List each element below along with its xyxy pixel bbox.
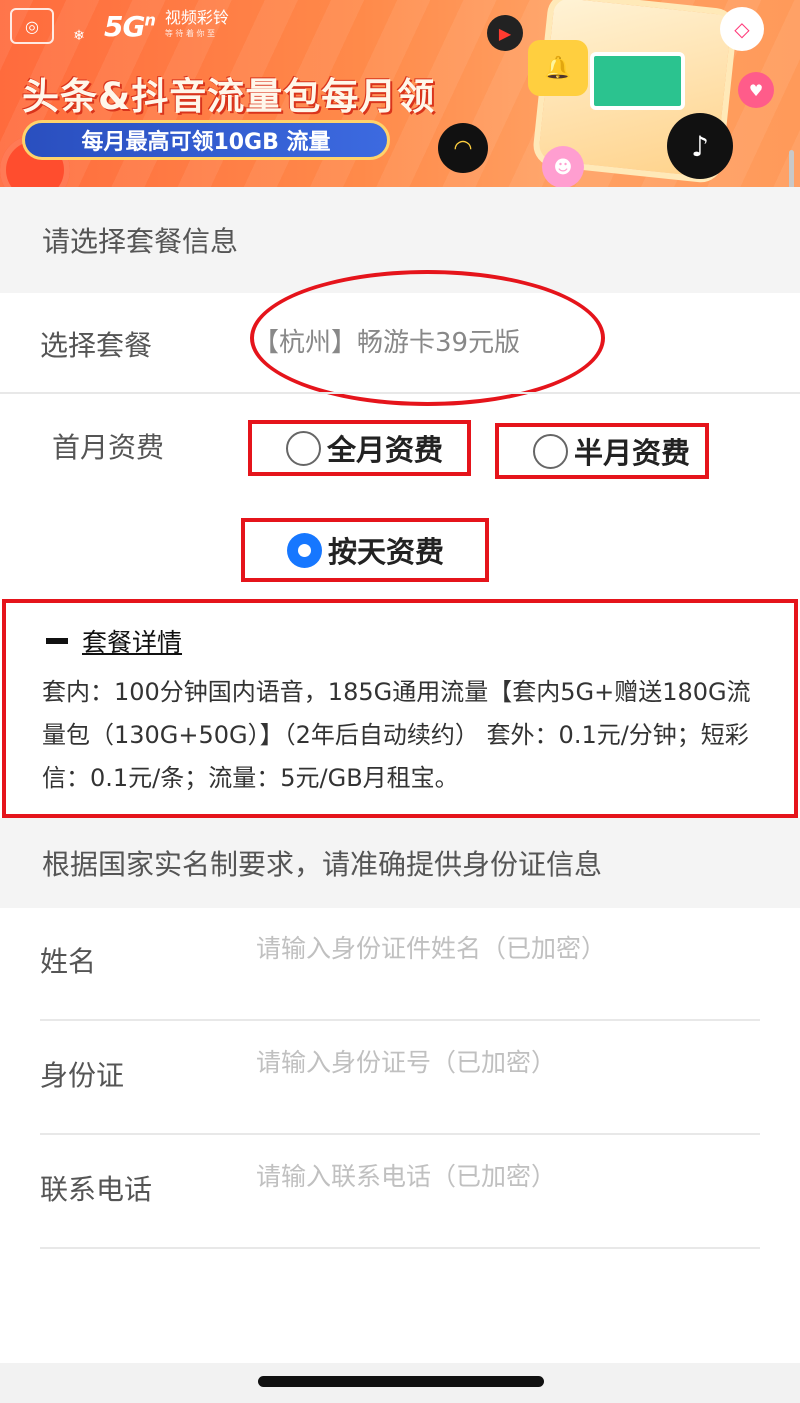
radio-full-month-label: 全月资费 — [327, 433, 444, 467]
china-unicom-logo-icon: ◎ — [10, 8, 54, 44]
cartoon-app-icon: ☻ — [542, 146, 584, 187]
name-label: 姓名 — [40, 945, 97, 978]
brand-logos: ◎ ❄ 5Gn 视频彩铃 等 待 着 你 至 — [10, 8, 229, 44]
pink-app-icon: ♥ — [738, 72, 774, 108]
id-number-label: 身份证 — [40, 1059, 125, 1092]
divider — [40, 1247, 760, 1249]
radio-unchecked-icon — [533, 433, 568, 469]
plan-details-toggle[interactable]: 套餐详情 — [46, 623, 182, 659]
video-screen-icon — [590, 52, 685, 110]
promo-banner[interactable]: ◎ ❄ 5Gn 视频彩铃 等 待 着 你 至 头条&抖音流量包每月领 每月最高可… — [0, 0, 800, 187]
divider — [40, 1019, 760, 1021]
id-number-input[interactable] — [256, 1042, 756, 1082]
5g-logo: 5Gn — [104, 9, 156, 43]
radio-half-month-label: 半月资费 — [574, 436, 691, 470]
bell-app-icon: 🔔 — [528, 40, 588, 96]
toutiao-app-icon: ◠ — [438, 123, 488, 173]
banner-title: 头条&抖音流量包每月领 — [22, 75, 436, 118]
tiktok-app-icon: ♪ — [667, 113, 733, 179]
radio-full-month[interactable]: 全月资费 — [248, 420, 471, 476]
divider — [40, 1133, 760, 1135]
name-input[interactable] — [256, 928, 756, 968]
plan-details-text: 套内：100分钟国内语音，185G通用流量【套内5G+赠送180G流量包（130… — [42, 678, 751, 792]
radio-daily-label: 按天资费 — [328, 535, 445, 569]
banner-subtitle-pill: 每月最高可领10GB 流量 — [22, 120, 390, 160]
radio-unchecked-icon — [286, 430, 321, 466]
video-ringtone-brand: 视频彩铃 等 待 着 你 至 — [164, 8, 229, 39]
radio-half-month[interactable]: 半月资费 — [495, 423, 709, 479]
plan-highlight-ellipse — [250, 270, 605, 406]
plan-details-title: 套餐详情 — [82, 628, 183, 657]
gift-app-icon: ◇ — [720, 7, 764, 51]
red-play-app-icon: ▶ — [487, 15, 523, 51]
radio-checked-icon — [287, 532, 322, 568]
home-indicator[interactable] — [258, 1376, 544, 1387]
beijing-2022-logo-icon: ❄ — [73, 28, 85, 44]
first-month-fee-label: 首月资费 — [52, 431, 165, 464]
divider — [0, 392, 800, 394]
plan-details-panel: 套餐详情 套内：100分钟国内语音，185G通用流量【套内5G+赠送180G流量… — [2, 599, 798, 818]
id-section-header: 根据国家实名制要求，请准确提供身份证信息 — [0, 818, 800, 908]
collapse-minus-icon — [46, 638, 68, 644]
phone-label: 联系电话 — [40, 1173, 153, 1206]
plan-select-label: 选择套餐 — [40, 329, 153, 362]
phone-input[interactable] — [256, 1156, 756, 1196]
radio-daily[interactable]: 按天资费 — [241, 518, 489, 582]
